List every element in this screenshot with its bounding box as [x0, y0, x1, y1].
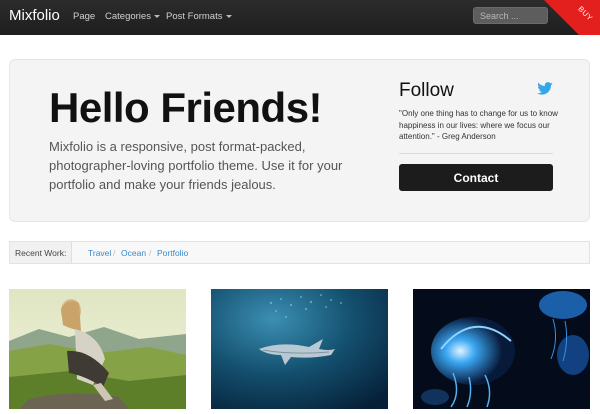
thumbnail-shark[interactable]	[211, 289, 388, 409]
filter-link-ocean[interactable]: Ocean	[121, 248, 146, 258]
hero-description: Mixfolio is a responsive, post format-pa…	[49, 139, 343, 192]
chevron-down-icon	[225, 14, 232, 18]
jellyfish-photo	[413, 289, 590, 409]
hero-panel: Hello Friends! Mixfolio is a responsive,…	[9, 59, 590, 222]
thumbnail-woman-on-hill[interactable]	[9, 289, 186, 409]
landscape-photo	[9, 289, 186, 409]
recent-work-label: Recent Work:	[10, 242, 72, 263]
nav-item-categories[interactable]: Categories	[105, 11, 160, 22]
nav-item-page[interactable]: Page	[73, 11, 95, 22]
top-navbar: Mixfolio Page Categories Post Formats BU…	[0, 0, 600, 35]
brand-logo[interactable]: Mixfolio	[9, 7, 60, 24]
nav-item-post-formats[interactable]: Post Formats	[166, 11, 232, 22]
follow-heading: Follow	[399, 80, 454, 101]
breadcrumb-separator: /	[113, 248, 116, 258]
search-input[interactable]	[473, 7, 548, 24]
follow-quote: "Only one thing has to change for us to …	[399, 109, 558, 141]
divider	[399, 153, 553, 154]
recent-work-bar: Recent Work: Travel / Ocean / Portfolio	[9, 241, 590, 264]
buy-ribbon[interactable]: BUY	[544, 0, 600, 35]
nav-item-label: Post Formats	[166, 11, 223, 22]
chevron-down-icon	[153, 14, 160, 18]
breadcrumb-separator: /	[149, 248, 152, 258]
thumbnail-jellyfish[interactable]	[413, 289, 590, 409]
hero-title: Hello Friends!	[49, 84, 323, 131]
ocean-photo	[211, 289, 388, 409]
filter-link-portfolio[interactable]: Portfolio	[157, 248, 188, 258]
nav-item-label: Page	[73, 11, 96, 22]
contact-button[interactable]: Contact	[399, 164, 553, 191]
nav-item-label: Categories	[105, 11, 151, 22]
filter-link-travel[interactable]: Travel	[88, 248, 111, 258]
twitter-bird-icon[interactable]	[536, 82, 554, 96]
